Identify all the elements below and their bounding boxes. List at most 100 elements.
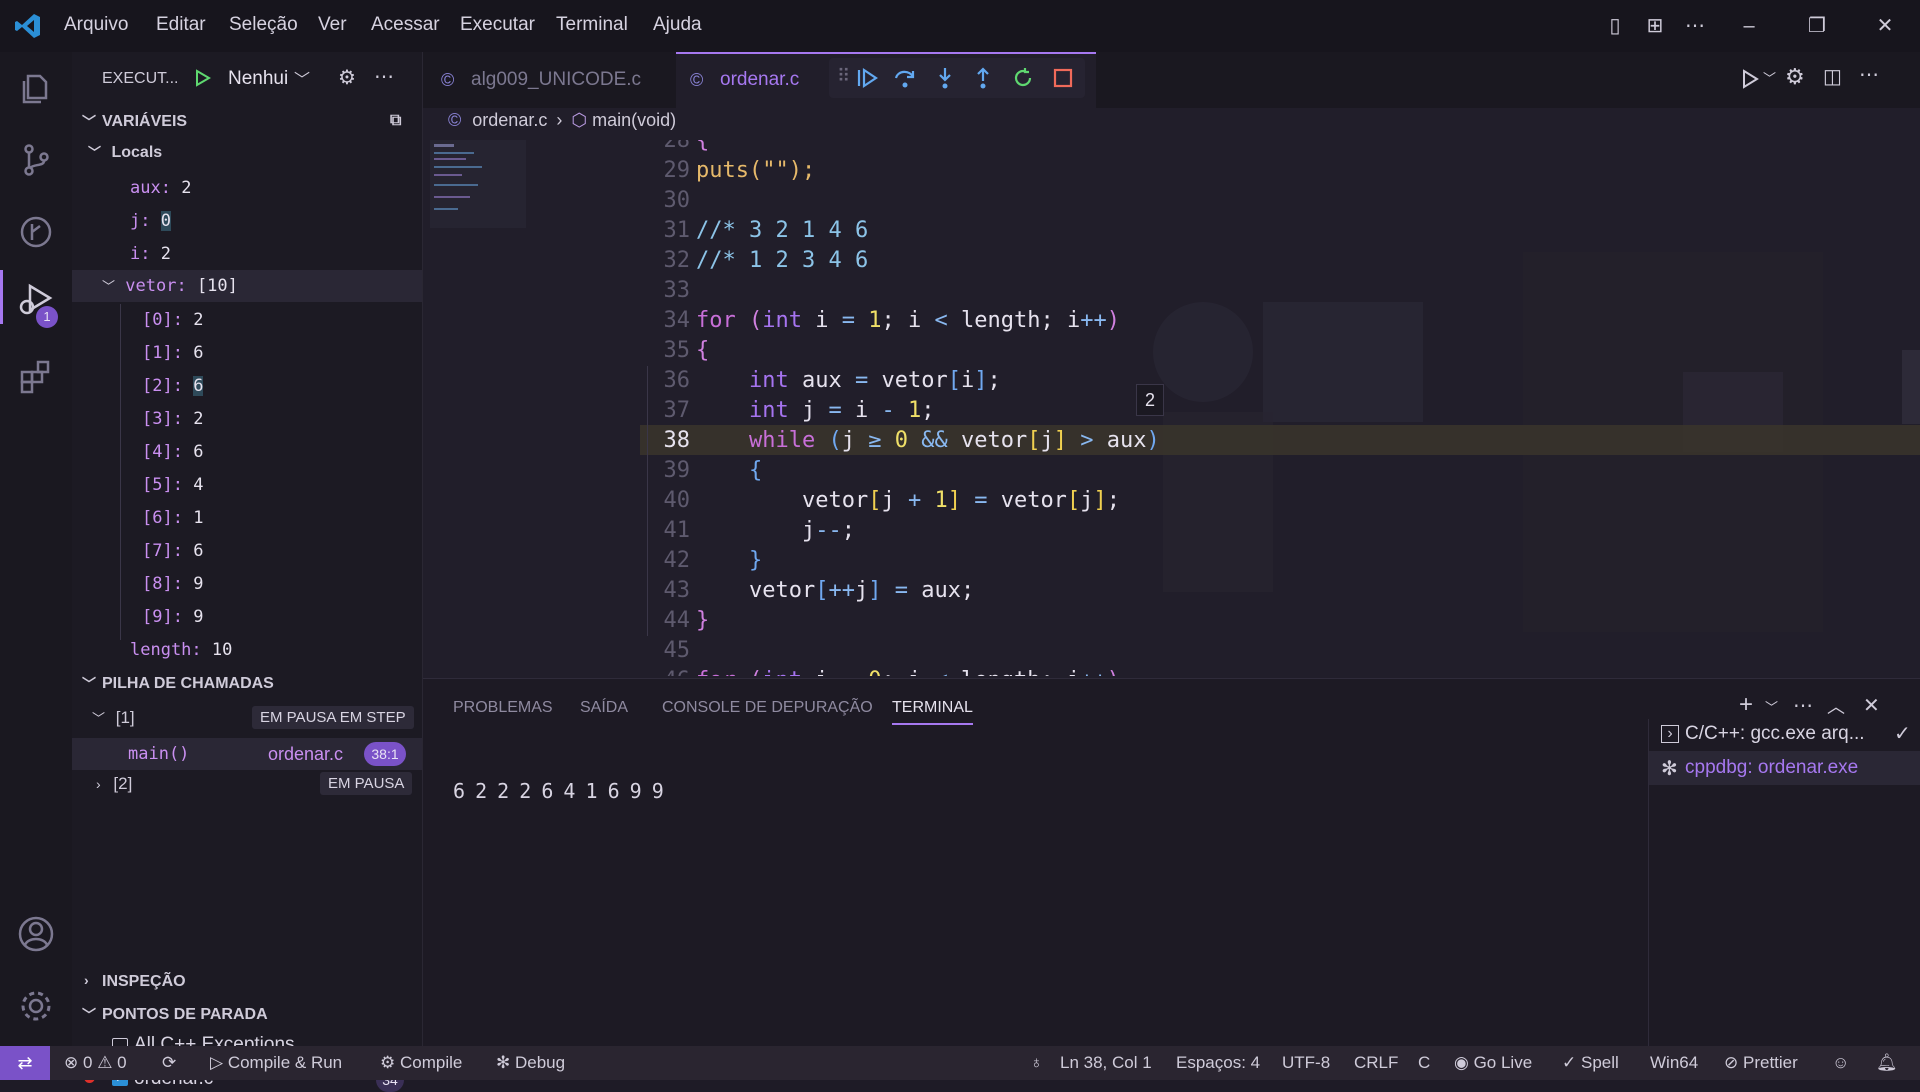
terminal-output[interactable]: 6 2 2 2 6 4 1 6 9 9 bbox=[453, 779, 664, 803]
timeline-icon[interactable] bbox=[16, 212, 56, 252]
close-icon[interactable]: ✕ bbox=[1870, 12, 1900, 40]
thread-2[interactable]: › [2] bbox=[96, 774, 132, 794]
split-editor-icon[interactable]: ◫ bbox=[1823, 64, 1842, 89]
terminal-label: cppdbg: ordenar.exe bbox=[1685, 757, 1859, 778]
var-row-j[interactable]: j: 0 bbox=[130, 205, 171, 237]
step-out-icon[interactable] bbox=[971, 66, 995, 90]
var-row-length[interactable]: length: 10 bbox=[130, 634, 232, 666]
vetor-item[interactable]: [1]: 6 bbox=[142, 337, 203, 369]
vetor-item[interactable]: [3]: 2 bbox=[142, 403, 203, 435]
menu-ajuda[interactable]: Ajuda bbox=[653, 14, 702, 36]
toggle-sidebar-icon[interactable]: ▯ bbox=[1600, 12, 1630, 40]
more-icon[interactable]: ⋯ bbox=[374, 64, 394, 89]
debug-pin-icon[interactable]: ♁ bbox=[1030, 1053, 1043, 1073]
code-editor[interactable]: 28 29 30 31 32 33 34 35 36 37 38 39 40 4… bbox=[640, 140, 1920, 676]
settings-gear-icon[interactable] bbox=[16, 986, 56, 1026]
tab-output[interactable]: SAÍDA bbox=[580, 699, 628, 717]
compile-run-button[interactable]: ▷ Compile & Run bbox=[210, 1053, 342, 1073]
watch-section-header[interactable]: › INSPEÇÃO bbox=[72, 968, 422, 998]
vetor-item[interactable]: [5]: 4 bbox=[142, 469, 203, 501]
breadcrumb-symbol[interactable]: main(void) bbox=[592, 110, 676, 130]
breadcrumb-file[interactable]: ordenar.c bbox=[472, 110, 547, 130]
language-mode[interactable]: C bbox=[1418, 1053, 1430, 1073]
source-control-icon[interactable] bbox=[16, 140, 56, 180]
menu-executar[interactable]: Executar bbox=[460, 14, 535, 36]
vetor-item[interactable]: [7]: 6 bbox=[142, 535, 203, 567]
menu-arquivo[interactable]: Arquivo bbox=[64, 14, 128, 36]
chevron-down-icon[interactable]: ﹀ bbox=[294, 66, 310, 90]
minimap[interactable] bbox=[430, 140, 526, 228]
customize-layout-icon[interactable]: ⊞ bbox=[1640, 12, 1670, 40]
continue-icon[interactable] bbox=[855, 66, 879, 90]
collapse-all-icon[interactable]: ⧉ bbox=[390, 112, 401, 130]
drag-handle-icon[interactable]: ⠿ bbox=[837, 66, 850, 87]
restart-icon[interactable] bbox=[1011, 66, 1035, 90]
more-actions-icon[interactable]: ⋯ bbox=[1680, 12, 1710, 40]
tab-problems[interactable]: PROBLEMAS bbox=[453, 699, 553, 717]
problems-status[interactable]: ⊗ 0 ⚠ 0 bbox=[64, 1053, 127, 1073]
vetor-item[interactable]: [9]: 9 bbox=[142, 601, 203, 633]
menu-acessar[interactable]: Acessar bbox=[371, 14, 440, 36]
terminal-item[interactable]: › C/C++: gcc.exe arq... ✓ bbox=[1649, 719, 1920, 751]
breakpoints-section-header[interactable]: ﹀ PONTOS DE PARADA bbox=[72, 1001, 422, 1031]
start-debugging-icon[interactable] bbox=[192, 68, 212, 88]
new-terminal-icon[interactable]: + bbox=[1739, 691, 1753, 719]
bell-icon[interactable]: 🔔︎ bbox=[1876, 1053, 1898, 1073]
step-over-icon[interactable] bbox=[893, 66, 917, 90]
go-live-button[interactable]: ◉ Go Live bbox=[1454, 1053, 1532, 1073]
more-icon[interactable]: ⋯ bbox=[1859, 62, 1879, 87]
maximize-panel-icon[interactable]: ︿ bbox=[1827, 693, 1845, 719]
platform[interactable]: Win64 bbox=[1650, 1053, 1698, 1073]
vetor-item[interactable]: [8]: 9 bbox=[142, 568, 203, 600]
spell-button[interactable]: ✓ Spell bbox=[1562, 1053, 1619, 1073]
var-row-aux[interactable]: aux: 2 bbox=[130, 172, 191, 204]
tab-alg009[interactable]: © alg009_UNICODE.c bbox=[423, 52, 675, 108]
remote-icon[interactable]: ⇄ bbox=[0, 1046, 50, 1080]
stop-icon[interactable] bbox=[1051, 66, 1075, 90]
menu-terminal[interactable]: Terminal bbox=[556, 14, 628, 36]
menu-ver[interactable]: Ver bbox=[318, 14, 347, 36]
compile-button[interactable]: ⚙ Compile bbox=[380, 1053, 462, 1073]
encoding[interactable]: UTF-8 bbox=[1282, 1053, 1330, 1073]
line-endings[interactable]: CRLF bbox=[1354, 1053, 1398, 1073]
chevron-down-icon[interactable]: ﹀ bbox=[1765, 697, 1778, 716]
close-panel-icon[interactable]: ✕ bbox=[1863, 693, 1880, 718]
debug-sidebar: EXECUT... Nenhui ﹀ ⚙ ⋯ ﹀ VARIÁVEIS ⧉ ﹀ L… bbox=[72, 52, 423, 1092]
step-into-icon[interactable] bbox=[933, 66, 957, 90]
tab-terminal[interactable]: TERMINAL bbox=[892, 699, 973, 725]
variables-section-header[interactable]: ﹀ VARIÁVEIS ⧉ bbox=[72, 108, 422, 138]
vetor-item[interactable]: [6]: 1 bbox=[142, 502, 203, 534]
prettier-button[interactable]: ⊘ Prettier bbox=[1724, 1053, 1798, 1073]
explorer-icon[interactable] bbox=[16, 68, 56, 108]
vetor-item[interactable]: [0]: 2 bbox=[142, 304, 203, 336]
feedback-icon[interactable]: ☺ bbox=[1832, 1053, 1849, 1073]
account-icon[interactable] bbox=[16, 914, 56, 954]
thread-2-status: EM PAUSA bbox=[320, 772, 413, 795]
run-file-icon[interactable] bbox=[1739, 68, 1761, 90]
callstack-section-header[interactable]: ﹀ PILHA DE CHAMADAS bbox=[72, 670, 422, 700]
debug-status-icon[interactable]: ⟳ bbox=[162, 1053, 176, 1073]
editor-scrollbar[interactable] bbox=[1902, 350, 1920, 424]
launch-config-select[interactable]: Nenhui bbox=[228, 68, 288, 90]
vetor-item[interactable]: [4]: 6 bbox=[142, 436, 203, 468]
extensions-icon[interactable] bbox=[16, 356, 56, 396]
debug-button[interactable]: ✻ Debug bbox=[496, 1053, 565, 1073]
vetor-item[interactable]: [2]: 6 bbox=[142, 370, 204, 402]
gear-icon[interactable]: ⚙ bbox=[338, 65, 356, 90]
stack-frame-fn[interactable]: main() bbox=[128, 744, 189, 764]
var-row-vetor[interactable]: ﹀ vetor: [10] bbox=[102, 270, 238, 302]
cursor-position[interactable]: Ln 38, Col 1 bbox=[1060, 1053, 1152, 1073]
thread-1[interactable]: ﹀ [1] bbox=[92, 708, 135, 728]
restore-icon[interactable]: ❐ bbox=[1802, 12, 1832, 40]
var-row-i[interactable]: i: 2 bbox=[130, 238, 171, 270]
chevron-down-icon[interactable]: ﹀ bbox=[1763, 68, 1776, 87]
gear-icon[interactable]: ⚙ bbox=[1785, 64, 1805, 90]
menu-editar[interactable]: Editar bbox=[156, 14, 206, 36]
minimize-icon[interactable]: – bbox=[1734, 12, 1764, 40]
more-icon[interactable]: ⋯ bbox=[1793, 693, 1813, 718]
locals-scope[interactable]: ﹀ Locals bbox=[88, 142, 162, 162]
menu-selecao[interactable]: Seleção bbox=[229, 14, 298, 36]
terminal-item-active[interactable]: ✻ cppdbg: ordenar.exe bbox=[1649, 751, 1920, 785]
tab-debug-console[interactable]: CONSOLE DE DEPURAÇÃO bbox=[662, 699, 873, 717]
indentation[interactable]: Espaços: 4 bbox=[1176, 1053, 1260, 1073]
